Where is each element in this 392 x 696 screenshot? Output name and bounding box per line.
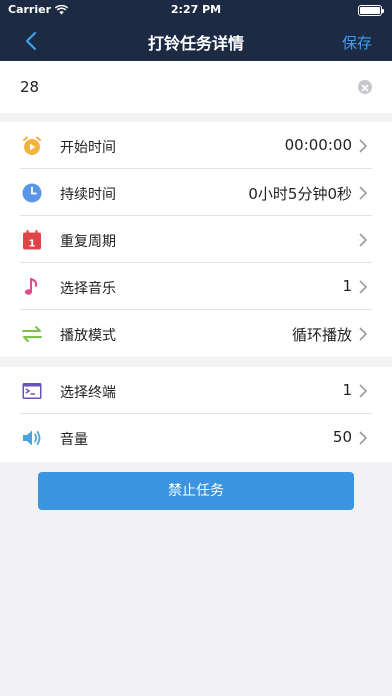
- row-value: 1: [342, 277, 352, 295]
- row-label: 选择音乐: [60, 281, 116, 297]
- row-label: 重复周期: [60, 234, 116, 250]
- music-note-icon: [25, 278, 38, 295]
- chevron-right-icon: [359, 139, 368, 153]
- clock-icon: [22, 183, 42, 203]
- settings-group-2: 选择终端 1 音量 50: [0, 367, 392, 462]
- chevron-right-icon: [359, 233, 368, 247]
- swap-arrows-icon: [22, 326, 42, 342]
- row-repeat-cycle[interactable]: 1 重复周期: [0, 216, 392, 263]
- row-label: 播放模式: [60, 328, 116, 344]
- svg-text:1: 1: [29, 239, 36, 250]
- task-name-input[interactable]: [20, 73, 340, 101]
- save-button[interactable]: 保存: [342, 32, 372, 53]
- row-value: 00:00:00: [284, 136, 352, 154]
- row-duration[interactable]: 持续时间 0小时5分钟0秒: [0, 169, 392, 216]
- alarm-clock-icon: [23, 136, 41, 155]
- row-label: 持续时间: [60, 187, 116, 203]
- battery-icon: [358, 5, 384, 16]
- row-label: 选择终端: [60, 385, 116, 401]
- row-volume[interactable]: 音量 50: [0, 414, 392, 461]
- nav-bar: 打铃任务详情 保存: [0, 20, 392, 61]
- row-play-mode[interactable]: 播放模式 循环播放: [0, 310, 392, 357]
- row-value: 50: [332, 428, 352, 446]
- row-select-music[interactable]: 选择音乐 1: [0, 263, 392, 310]
- status-time: 2:27 PM: [170, 3, 222, 16]
- chevron-right-icon: [359, 186, 368, 200]
- chevron-right-icon: [359, 384, 368, 398]
- row-label: 音量: [60, 432, 88, 448]
- settings-group-1: 开始时间 00:00:00 持续时间 0小时5分钟0秒 1 重复周期 选择音乐 …: [0, 122, 392, 357]
- chevron-right-icon: [359, 327, 368, 341]
- row-value: 1: [342, 381, 352, 399]
- row-value: 循环播放: [291, 326, 352, 344]
- task-name-field: [0, 61, 392, 113]
- chevron-right-icon: [359, 280, 368, 294]
- chevron-right-icon: [359, 431, 368, 445]
- calendar-icon: 1: [23, 230, 41, 250]
- disable-task-button[interactable]: 禁止任务: [38, 472, 354, 510]
- clear-input-icon[interactable]: [358, 80, 372, 94]
- status-bar: Carrier 2:27 PM: [0, 0, 392, 20]
- row-value: 0小时5分钟0秒: [248, 185, 352, 203]
- close-icon: [361, 84, 369, 92]
- speaker-icon: [23, 430, 41, 446]
- terminal-icon: [22, 383, 42, 399]
- row-select-terminal[interactable]: 选择终端 1: [0, 367, 392, 414]
- row-label: 开始时间: [60, 140, 116, 156]
- page-title: 打铃任务详情: [147, 34, 244, 53]
- row-start-time[interactable]: 开始时间 00:00:00: [0, 122, 392, 169]
